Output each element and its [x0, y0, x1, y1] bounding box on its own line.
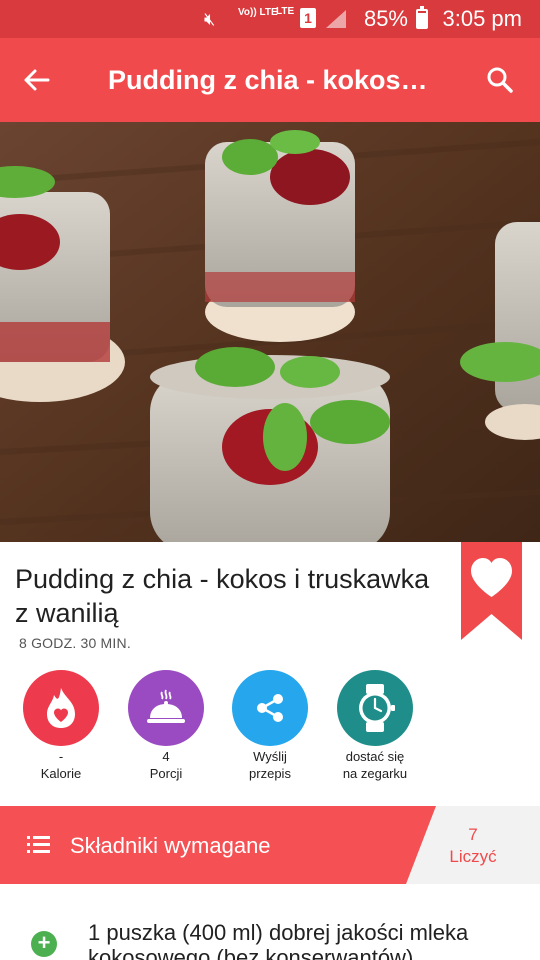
servings-label: Porcji	[149, 766, 183, 781]
watch-label-line2: na zegarku	[342, 766, 408, 781]
share-icon	[257, 694, 283, 722]
lte-indicator: LTE	[276, 6, 295, 17]
search-icon	[487, 67, 513, 93]
calories-value: -	[58, 749, 64, 764]
servings-action[interactable]: 4 Porcji	[111, 670, 221, 782]
battery-icon	[416, 6, 428, 29]
ingredients-count: 7 Liczyć	[436, 824, 510, 868]
status-bar: 🔇︎ Vo)) LTE LTE 1 85% 3:05 pm	[0, 0, 540, 38]
ingredients-header: Składniki wymagane 7 Liczyć	[0, 806, 540, 884]
mute-icon: 🔇︎	[204, 9, 216, 29]
app-bar-title: Pudding z chia - kokos…	[108, 65, 428, 95]
calories-button[interactable]	[23, 670, 99, 746]
recipe-title: Pudding z chia - kokos i truskawka z wan…	[15, 564, 430, 628]
clock: 3:05 pm	[442, 6, 523, 31]
serving-dish-icon	[147, 689, 185, 723]
servings-value: 4	[162, 749, 170, 764]
search-button[interactable]	[480, 60, 520, 100]
ingredients-count-value: 7	[468, 825, 478, 844]
calorie-flame-icon	[47, 688, 75, 728]
arrow-back-icon	[24, 69, 50, 91]
share-label-line2: przepis	[249, 766, 291, 781]
share-label-line1: Wyślij	[253, 749, 287, 764]
sim-indicator: 1	[300, 8, 316, 28]
list-icon	[27, 836, 50, 853]
back-button[interactable]	[16, 60, 56, 100]
servings-button[interactable]	[128, 670, 204, 746]
watch-label-line1: dostać się	[345, 749, 405, 764]
add-ingredient-icon[interactable]: +	[31, 931, 57, 957]
calories-label: Kalorie	[40, 766, 82, 781]
recipe-photo	[0, 122, 540, 542]
signal-icon	[326, 10, 346, 28]
battery-percent: 85%	[363, 6, 408, 31]
favorite-button[interactable]	[461, 542, 522, 640]
recipe-time: 8 GODZ. 30 MIN.	[19, 635, 131, 651]
share-button[interactable]	[232, 670, 308, 746]
ingredients-count-label: Liczyć	[449, 847, 497, 866]
watch-action[interactable]: dostać się na zegarku	[320, 670, 430, 782]
app-bar: Pudding z chia - kokos…	[0, 38, 540, 122]
ingredients-title: Składniki wymagane	[70, 833, 271, 858]
ingredient-text: 1 puszka (400 ml) dobrej jakości mleka k…	[88, 920, 469, 960]
list-item[interactable]: + 1 puszka (400 ml) dobrej jakości mleka…	[0, 910, 540, 960]
calories-action[interactable]: - Kalorie	[6, 670, 116, 782]
volte-indicator: Vo)) LTE	[238, 7, 278, 18]
share-action[interactable]: Wyślij przepis	[215, 670, 325, 782]
watch-icon	[359, 684, 395, 732]
watch-button[interactable]	[337, 670, 413, 746]
